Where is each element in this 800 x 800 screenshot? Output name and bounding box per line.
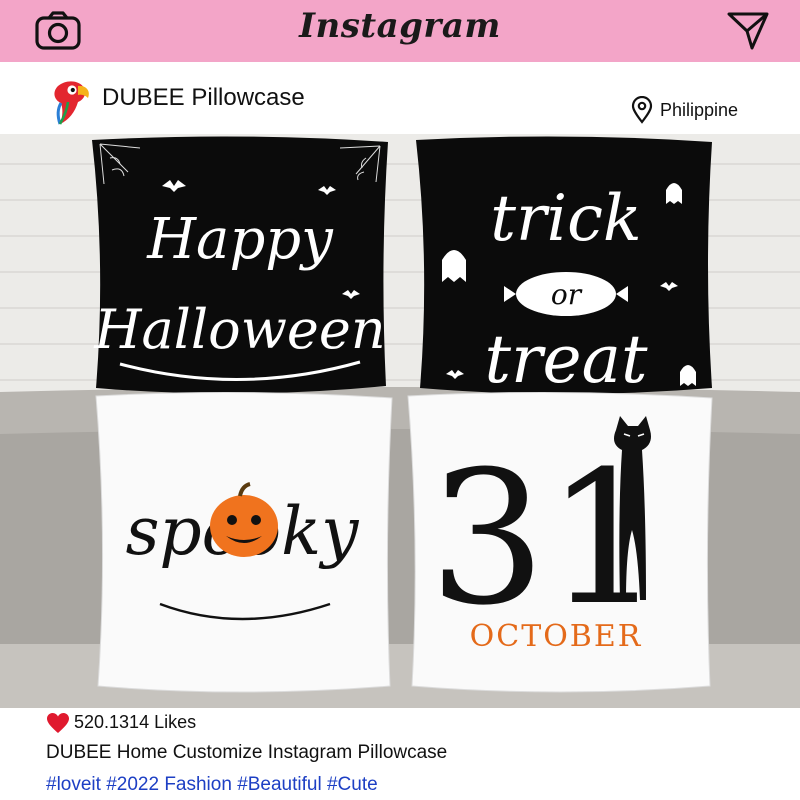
pillow-text-halloween: Halloween [93,298,385,361]
pillow-31-october: 31 OCTOBER [407,391,713,693]
pillow-text-happy: Happy [146,207,334,272]
pillow-text-trick: trick [490,182,641,256]
post-hashtags[interactable]: #loveit #2022 Fashion #Beautiful #Cute [46,774,378,796]
app-title: Instagram [299,6,501,46]
pillow-text-october: OCTOBER [470,619,643,654]
location-pin-icon [631,96,653,124]
pillow-spooky: spooky [95,391,393,693]
pillow-trick-or-treat: trick or treat [416,136,712,398]
likes-count[interactable]: 520.1314 Likes [74,712,196,733]
send-icon[interactable] [726,10,770,52]
pillow-happy-halloween: Happy Halloween [92,136,388,394]
heart-icon[interactable] [46,712,70,734]
account-name[interactable]: DUBEE Pillowcase [102,84,305,112]
parrot-logo-icon[interactable] [48,78,92,126]
pillow-text-treat: treat [484,321,647,398]
post-image[interactable]: Happy Halloween trick or treat spooky [0,134,800,708]
pillow-product-photo: Happy Halloween trick or treat spooky [0,134,800,708]
post-header: DUBEE Pillowcase Philippine [0,62,800,134]
top-bar: Instagram [0,0,800,62]
location-label[interactable]: Philippine [660,100,738,121]
post-caption: DUBEE Home Customize Instagram Pillowcas… [46,742,448,763]
pillow-text-or: or [551,278,583,311]
